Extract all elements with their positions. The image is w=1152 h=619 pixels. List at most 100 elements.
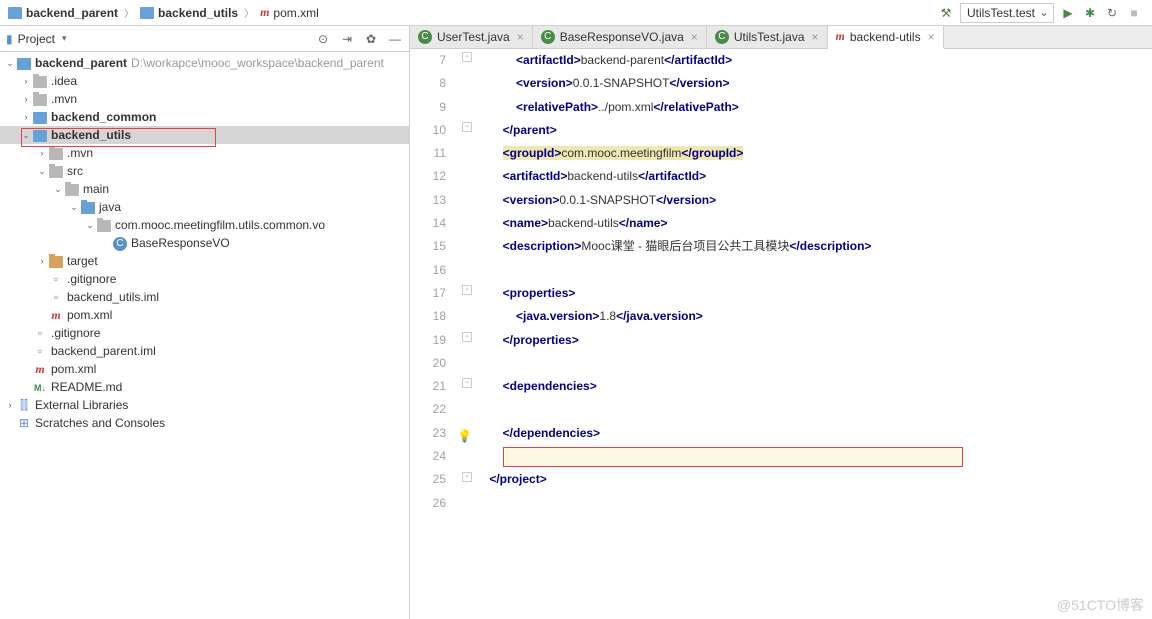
tree-node[interactable]: ⌄backend_parentD:\workapce\mooc_workspac… xyxy=(0,54,409,72)
folder-icon xyxy=(64,182,80,196)
tab-label: UserTest.java xyxy=(437,30,510,44)
collapse-icon[interactable]: ⇥ xyxy=(339,31,355,47)
code-line[interactable]: <java.version>1.8</java.version> xyxy=(476,305,1152,328)
fold-marker[interactable]: - xyxy=(462,285,472,295)
tree-node[interactable]: ▫.gitignore xyxy=(0,270,409,288)
chevron-down-icon[interactable]: ⌄ xyxy=(84,220,96,231)
tree-node-label: .mvn xyxy=(67,146,93,160)
code-line[interactable]: <dependencies> xyxy=(476,375,1152,398)
chevron-right-icon[interactable]: › xyxy=(4,400,16,410)
watermark: @51CTO博客 xyxy=(1057,595,1144,615)
fold-column[interactable]: 💡------ xyxy=(462,49,476,619)
code-line[interactable]: <relativePath>../pom.xml</relativePath> xyxy=(476,96,1152,119)
tree-node[interactable]: mpom.xml xyxy=(0,306,409,324)
intention-bulb-icon[interactable]: 💡 xyxy=(457,425,473,441)
chevron-down-icon[interactable]: ⌄ xyxy=(52,184,64,195)
tree-node[interactable]: ⌄backend_utils xyxy=(0,126,409,144)
chevron-right-icon[interactable]: › xyxy=(20,76,32,86)
chevron-down-icon[interactable]: ▾ xyxy=(62,33,67,44)
chevron-right-icon[interactable]: › xyxy=(36,256,48,266)
tree-node[interactable]: ⌄src xyxy=(0,162,409,180)
tree-node[interactable]: › .mvn xyxy=(0,144,409,162)
tree-node[interactable]: ⌄com.mooc.meetingfilm.utils.common.vo xyxy=(0,216,409,234)
line-number: 12 xyxy=(410,165,446,188)
run-config-dropdown[interactable]: UtilsTest.test xyxy=(960,3,1054,23)
tree-node-label: backend_common xyxy=(51,110,156,124)
tree-node[interactable]: ›target xyxy=(0,252,409,270)
tree-node[interactable]: ›⫿⫿External Libraries xyxy=(0,396,409,414)
close-icon[interactable]: × xyxy=(517,30,524,44)
code-content[interactable]: <artifactId>backend-parent</artifactId> … xyxy=(476,49,1152,619)
chevron-right-icon[interactable]: › xyxy=(20,94,32,104)
code-line[interactable]: <version>0.0.1-SNAPSHOT</version> xyxy=(476,189,1152,212)
close-icon[interactable]: × xyxy=(812,30,819,44)
tree-node[interactable]: ⌄java xyxy=(0,198,409,216)
editor-tab[interactable]: CBaseResponseVO.java× xyxy=(533,26,707,48)
class-icon: C xyxy=(715,30,729,44)
fold-marker[interactable]: - xyxy=(462,52,472,62)
fold-marker[interactable]: - xyxy=(462,472,472,482)
tree-node[interactable]: ›.idea xyxy=(0,72,409,90)
code-line[interactable]: </parent> xyxy=(476,119,1152,142)
breadcrumb-item[interactable]: backend_parent xyxy=(4,4,122,22)
run-icon[interactable]: ▶ xyxy=(1060,5,1076,21)
chevron-down-icon[interactable]: ⌄ xyxy=(20,130,32,141)
locate-icon[interactable]: ⊙ xyxy=(315,31,331,47)
debug-icon[interactable]: ✱ xyxy=(1082,5,1098,21)
fold-marker[interactable]: - xyxy=(462,332,472,342)
tree-node[interactable]: ›.mvn xyxy=(0,90,409,108)
tree-node[interactable]: CBaseResponseVO xyxy=(0,234,409,252)
project-tree[interactable]: ⌄backend_parentD:\workapce\mooc_workspac… xyxy=(0,52,409,619)
code-line[interactable] xyxy=(476,259,1152,282)
code-line[interactable]: <artifactId>backend-parent</artifactId> xyxy=(476,49,1152,72)
code-line[interactable] xyxy=(476,492,1152,515)
tree-node[interactable]: mpom.xml xyxy=(0,360,409,378)
tree-node[interactable]: ⌄main xyxy=(0,180,409,198)
settings-icon[interactable]: ✿ xyxy=(363,31,379,47)
code-line[interactable] xyxy=(476,398,1152,421)
chevron-down-icon[interactable]: ⌄ xyxy=(68,202,80,213)
code-line[interactable]: <groupId>com.mooc.meetingfilm</groupId> xyxy=(476,142,1152,165)
code-line[interactable] xyxy=(476,352,1152,375)
code-area[interactable]: 7891011121314151617181920212223242526 💡-… xyxy=(410,49,1152,619)
code-line[interactable]: </dependencies> xyxy=(476,422,1152,445)
tree-node[interactable]: › backend_common xyxy=(0,108,409,126)
tab-label: backend-utils xyxy=(850,30,921,44)
editor-tab[interactable]: CUtilsTest.java× xyxy=(707,26,828,48)
editor-tab[interactable]: mbackend-utils× xyxy=(828,26,944,49)
fold-marker[interactable]: - xyxy=(462,378,472,388)
hide-icon[interactable]: — xyxy=(387,31,403,47)
code-line[interactable]: <version>0.0.1-SNAPSHOT</version> xyxy=(476,72,1152,95)
build-icon[interactable]: ⚒ xyxy=(938,5,954,21)
code-line[interactable]: <description>Mooc课堂 - 猫眼后台项目公共工具模块</desc… xyxy=(476,235,1152,258)
code-line[interactable]: </properties> xyxy=(476,329,1152,352)
stop-icon[interactable]: ■ xyxy=(1126,5,1142,21)
code-line[interactable]: </project> xyxy=(476,468,1152,491)
code-line[interactable]: <name>backend-utils</name> xyxy=(476,212,1152,235)
fold-marker[interactable]: - xyxy=(462,122,472,132)
tab-label: BaseResponseVO.java xyxy=(560,30,684,44)
tree-node[interactable]: ▫backend_utils.iml xyxy=(0,288,409,306)
breadcrumb-item[interactable]: backend_utils xyxy=(136,4,242,22)
code-line[interactable] xyxy=(476,445,1152,468)
coverage-icon[interactable]: ↻ xyxy=(1104,5,1120,21)
tree-node[interactable]: ⊞Scratches and Consoles xyxy=(0,414,409,432)
tree-node[interactable]: ▫.gitignore xyxy=(0,324,409,342)
tree-node[interactable]: M↓README.md xyxy=(0,378,409,396)
libraries-icon: ⫿⫿ xyxy=(16,398,32,413)
chevron-down-icon[interactable]: ⌄ xyxy=(4,58,16,69)
chevron-right-icon[interactable]: › xyxy=(20,112,32,122)
line-number: 16 xyxy=(410,259,446,282)
close-icon[interactable]: × xyxy=(691,30,698,44)
code-line[interactable]: <artifactId>backend-utils</artifactId> xyxy=(476,165,1152,188)
source-folder-icon xyxy=(80,200,96,214)
chevron-down-icon[interactable]: ⌄ xyxy=(36,166,48,177)
chevron-right-icon[interactable]: › xyxy=(36,148,48,158)
code-line[interactable]: <properties> xyxy=(476,282,1152,305)
tree-node-label: .gitignore xyxy=(67,272,116,286)
tree-node-path: D:\workapce\mooc_workspace\backend_paren… xyxy=(131,56,384,70)
close-icon[interactable]: × xyxy=(928,30,935,44)
editor-tab[interactable]: CUserTest.java× xyxy=(410,26,533,48)
tree-node[interactable]: ▫backend_parent.iml xyxy=(0,342,409,360)
breadcrumb-item[interactable]: mpom.xml xyxy=(256,3,323,22)
